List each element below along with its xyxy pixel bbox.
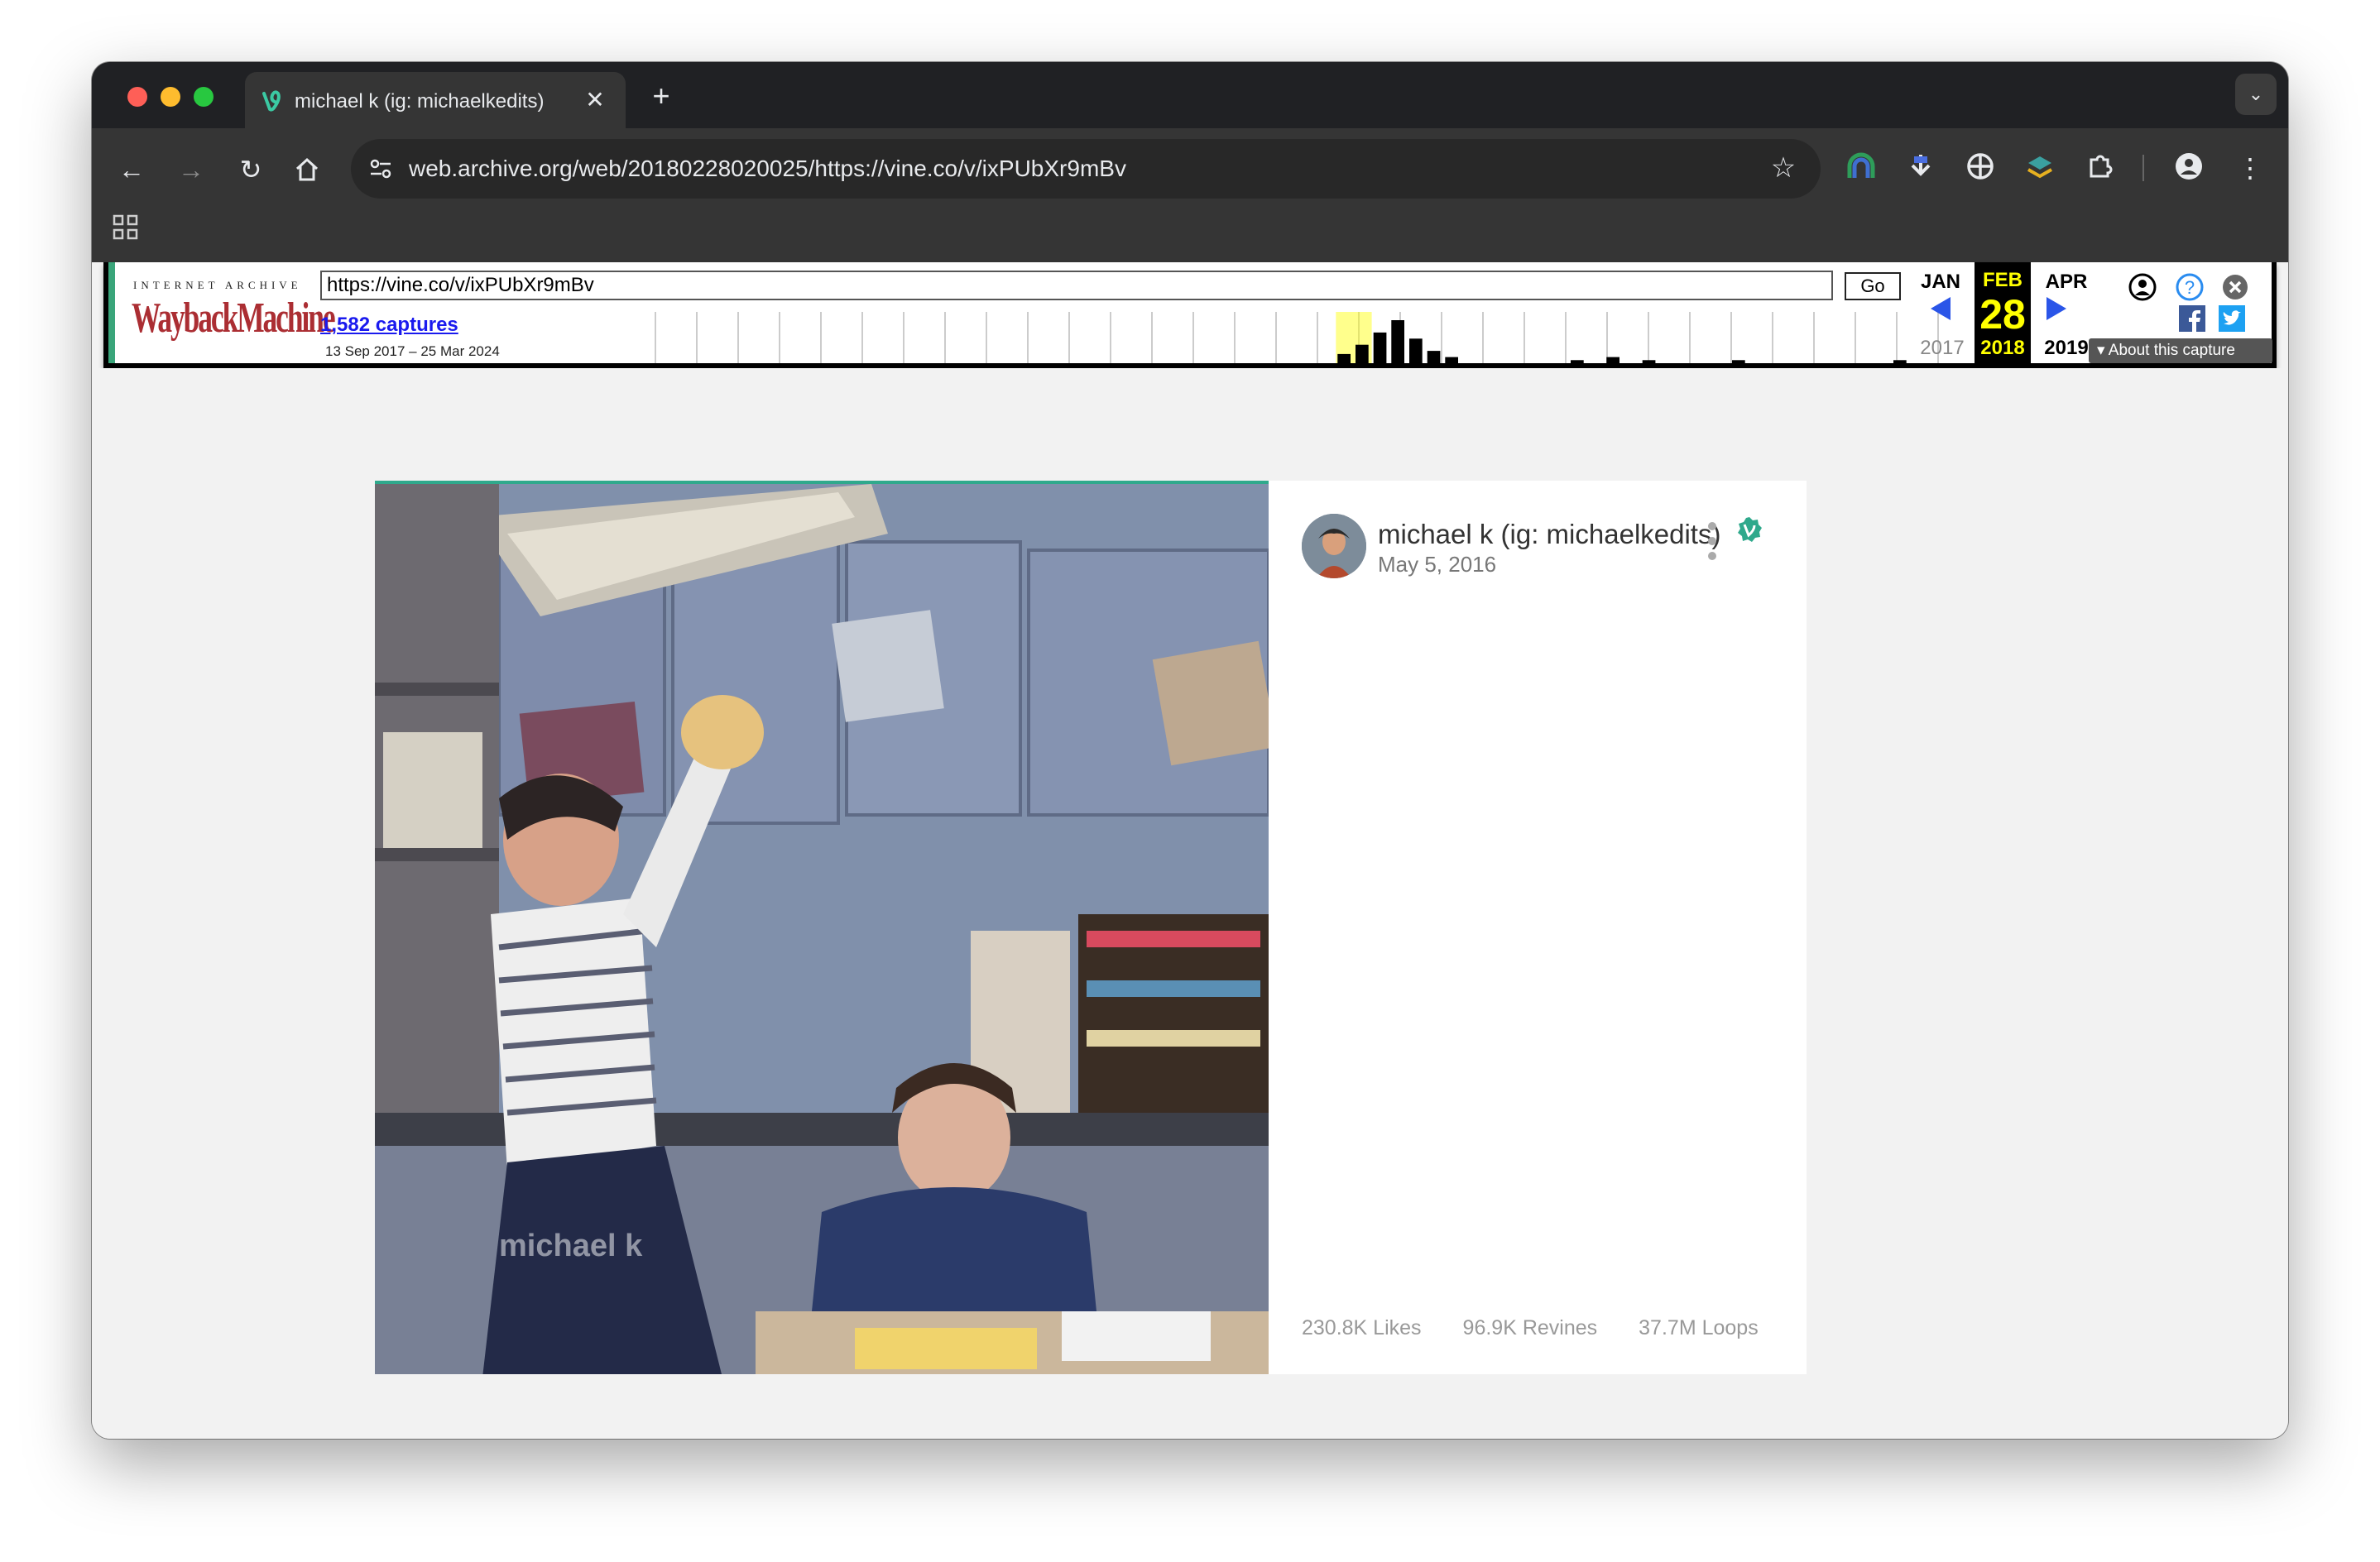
site-settings-icon[interactable] [367,156,394,182]
histogram-bar [1445,357,1458,363]
apps-grid-icon[interactable] [112,213,140,242]
tab-title: michael k (ig: michaelkedits) [295,90,545,113]
histogram-bar [1571,360,1584,363]
author-name[interactable]: michael k (ig: michaelkedits) [1378,519,1720,550]
more-options-icon[interactable] [1702,522,1722,568]
wayback-url-input[interactable]: https://vine.co/v/ixPUbXr9mBv [320,271,1833,300]
close-toolbar-icon[interactable] [2220,272,2250,302]
rainbow-extension-icon[interactable] [1845,150,1878,183]
go-button[interactable]: Go [1845,272,1901,300]
current-month-label: FEB [1983,269,2023,291]
back-button[interactable]: ← [113,151,150,188]
next-year-label[interactable]: 2019 [2040,337,2093,360]
verified-badge-icon [1738,517,1762,542]
bookmark-star-icon[interactable]: ☆ [1768,152,1799,184]
account-icon[interactable] [2128,272,2157,302]
histogram-bar [1427,351,1441,363]
likes-count[interactable]: 230.8K Likes [1302,1316,1422,1339]
facebook-icon[interactable] [2179,305,2205,332]
about-capture-button[interactable]: ▾ About this capture [2089,338,2272,363]
profile-icon[interactable] [2172,150,2205,183]
forward-button[interactable]: → [173,151,209,188]
twitter-icon[interactable] [2219,305,2245,332]
prev-month-label[interactable]: JAN [1916,271,1965,294]
capture-sparkline[interactable] [655,312,1946,363]
current-day-label: 28 [1979,291,2026,338]
wayback-accent-bar [108,262,115,363]
svg-text:?: ? [2185,277,2195,298]
tab-strip: michael k (ig: michaelkedits) ✕ + ⌄ [92,62,2288,128]
histogram-bar [1732,360,1745,363]
capture-histogram [1336,312,1907,363]
browser-chrome: michael k (ig: michaelkedits) ✕ + ⌄ ← → … [92,62,2288,262]
download-extension-icon[interactable] [1904,150,1937,183]
video-player[interactable]: michael k [375,481,1269,1374]
revines-count[interactable]: 96.9K Revines [1463,1316,1598,1339]
new-tab-button[interactable]: + [646,81,676,112]
tab-active[interactable]: michael k (ig: michaelkedits) ✕ [245,72,626,128]
current-capture-date: FEB 28 2018 [1975,262,2031,363]
histogram-bar [1893,360,1907,363]
address-bar[interactable]: web.archive.org/web/20180228020025/https… [351,139,1821,199]
video-watermark: michael k [499,1229,643,1263]
reload-button[interactable]: ↻ [233,151,269,188]
histogram-bar [1337,353,1351,363]
wayback-toolbar: INTERNET ARCHIVE WaybackMachine https://… [103,262,2277,368]
close-icon[interactable]: ✕ [581,86,609,114]
prev-capture-arrow-icon[interactable] [1926,294,1955,323]
current-year-label: 2018 [1980,337,2025,359]
histogram-bar [1391,320,1404,363]
capture-date-range: 13 Sep 2017 – 25 Mar 2024 [325,343,500,359]
browser-window: michael k (ig: michaelkedits) ✕ + ⌄ ← → … [92,62,2288,1439]
layers-extension-icon[interactable] [2023,150,2056,183]
prev-year-label[interactable]: 2017 [1916,337,1969,360]
captures-link[interactable]: 1,582 captures [320,314,458,337]
help-icon[interactable]: ? [2175,272,2205,302]
url-text[interactable]: web.archive.org/web/20180228020025/https… [409,156,1126,184]
histogram-bar [1606,357,1619,363]
toolbar-divider [2142,155,2144,181]
crosshair-extension-icon[interactable] [1964,150,1997,183]
avatar-image [1302,514,1366,578]
histogram-bar [1642,360,1656,363]
post-card: michael k michael k (ig: michaelkedits) [375,481,1807,1374]
vine-page: michael k michael k (ig: michaelkedits) [92,368,2288,1439]
histogram-bar [1356,344,1369,363]
histogram-bar [1373,332,1387,363]
vine-icon [262,90,281,112]
post-stats: 230.8K Likes 96.9K Revines 37.7M Loops [1302,1316,1800,1340]
about-capture-label: About this capture [2108,342,2235,359]
home-icon[interactable] [292,155,322,184]
wayback-logo[interactable]: WaybackMachine [132,294,336,343]
post-date: May 5, 2016 [1378,552,1497,577]
maximize-window-button[interactable] [194,87,214,107]
next-month-label[interactable]: APR [2040,271,2093,294]
minimize-window-button[interactable] [161,87,180,107]
close-window-button[interactable] [127,87,147,107]
histogram-bar [1409,338,1423,363]
internet-archive-label: INTERNET ARCHIVE [133,279,302,291]
avatar[interactable] [1302,514,1366,578]
extensions-puzzle-icon[interactable] [2083,150,2116,183]
browser-menu-button[interactable]: ⋮ [2232,150,2268,186]
tab-search-button[interactable]: ⌄ [2235,74,2277,115]
loops-count: 37.7M Loops [1639,1316,1759,1339]
next-capture-arrow-icon[interactable] [2042,294,2071,323]
